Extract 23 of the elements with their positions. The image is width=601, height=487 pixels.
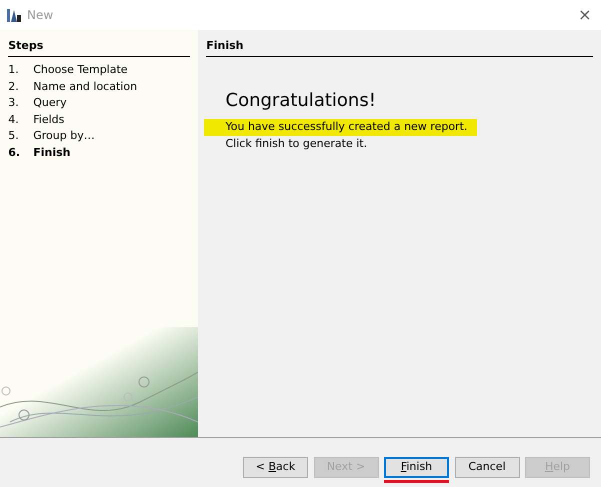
page-heading: Finish [206, 38, 593, 57]
step-label: Fields [33, 112, 64, 128]
step-label: Name and location [33, 78, 138, 95]
step-label: Group by… [33, 128, 95, 144]
step-number: 2. [8, 78, 20, 95]
step-number: 6. [8, 144, 22, 161]
step-label: Choose Template [33, 62, 128, 78]
step-number: 5. [8, 128, 20, 144]
step-label: Query [33, 95, 67, 112]
page-title: Congratulations! [226, 88, 377, 113]
close-button[interactable]: × [574, 7, 596, 23]
step-number: 3. [8, 95, 20, 112]
step-number: 1. [8, 62, 20, 78]
step-label: Finish [33, 144, 71, 161]
app-icon [6, 7, 22, 23]
window-title: New [27, 7, 54, 24]
dialog-button[interactable]: < Back [243, 457, 308, 478]
steps-heading: Steps [8, 38, 190, 57]
dialog-button[interactable]: Finish [384, 457, 449, 478]
message-text: You have successfully created a new report. [226, 120, 468, 134]
message-text: Click finish to generate it. [226, 136, 368, 150]
step-number: 4. [8, 112, 20, 128]
dialog-button[interactable]: Cancel [454, 457, 520, 478]
